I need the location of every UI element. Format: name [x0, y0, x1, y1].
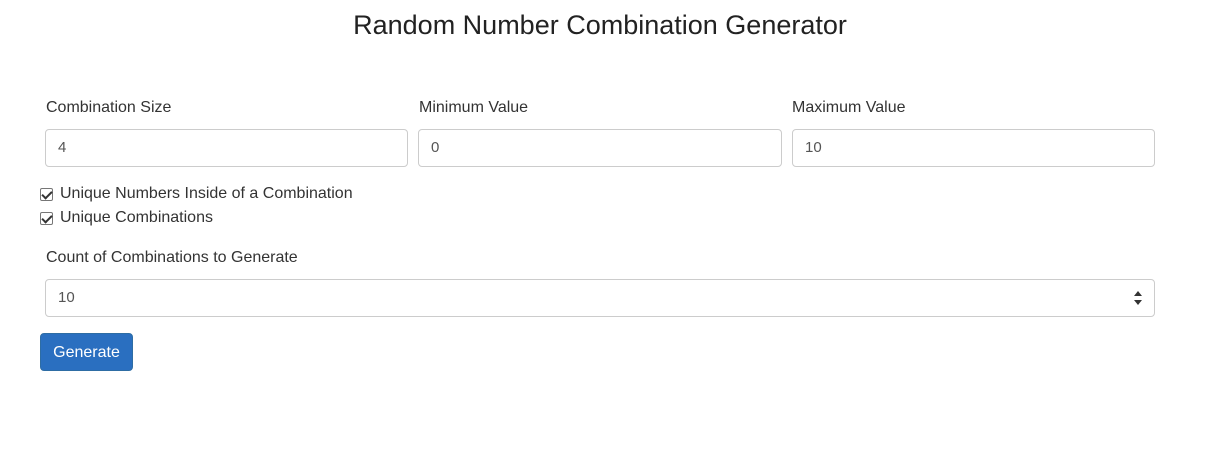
- unique-combinations-label: Unique Combinations: [60, 209, 213, 226]
- unique-combinations-checkbox[interactable]: [40, 211, 53, 225]
- unique-combinations-option[interactable]: Unique Combinations: [40, 208, 213, 228]
- generate-button[interactable]: Generate: [40, 333, 133, 371]
- unique-numbers-option[interactable]: Unique Numbers Inside of a Combination: [40, 184, 353, 204]
- count-input[interactable]: 10: [45, 279, 1155, 317]
- count-value: 10: [58, 289, 75, 306]
- spinner-up-icon[interactable]: [1134, 291, 1142, 296]
- spinner-icon[interactable]: [1133, 291, 1143, 305]
- minimum-value-input[interactable]: 0: [418, 129, 782, 167]
- maximum-value-input[interactable]: 10: [792, 129, 1155, 167]
- count-label: Count of Combinations to Generate: [46, 249, 298, 266]
- minimum-value-label: Minimum Value: [419, 99, 529, 116]
- spinner-down-icon[interactable]: [1134, 300, 1142, 305]
- combination-size-label: Combination Size: [46, 99, 172, 116]
- page-title: Random Number Combination Generator: [353, 10, 847, 40]
- maximum-value-label: Maximum Value: [792, 99, 906, 116]
- unique-numbers-checkbox[interactable]: [40, 187, 53, 201]
- unique-numbers-label: Unique Numbers Inside of a Combination: [60, 185, 353, 202]
- combination-size-input[interactable]: 4: [45, 129, 408, 167]
